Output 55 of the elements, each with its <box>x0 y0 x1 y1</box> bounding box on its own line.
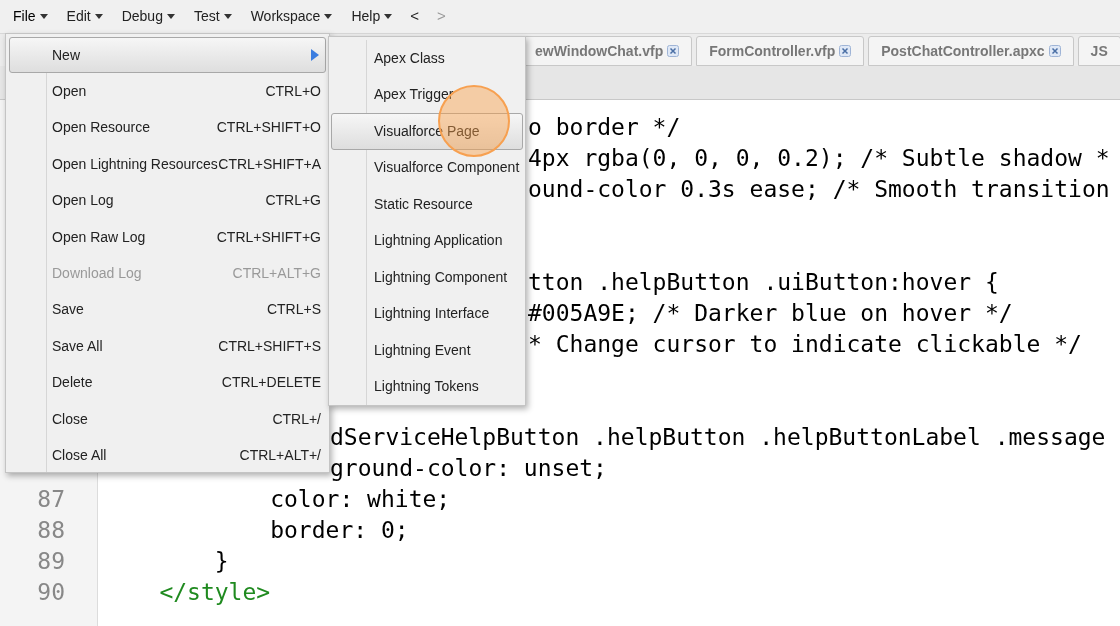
line-number: 89 <box>37 548 65 574</box>
code-line: tton .helpButton .uiButton:hover { <box>528 269 999 295</box>
menu-item[interactable]: Lightning Application <box>331 222 523 259</box>
caret-icon <box>384 14 393 19</box>
menu-button[interactable]: Workspace <box>249 4 334 29</box>
code-line: 4px rgba(0, 0, 0, 0.2); /* Subtle shadow * <box>528 145 1110 171</box>
menu-item[interactable]: Open Log CTRL+G <box>9 182 326 219</box>
code-line: dServiceHelpButton .helpButton .helpButtonLabel .message <box>330 424 1106 450</box>
menu-item[interactable]: Save CTRL+S <box>9 291 326 329</box>
menu-item[interactable]: Visualforce Component <box>331 149 523 186</box>
menu-button[interactable]: File <box>12 4 49 29</box>
menu-button[interactable]: Help <box>350 4 394 29</box>
menu-button[interactable]: Debug <box>120 4 176 29</box>
back-button[interactable]: < <box>410 5 419 28</box>
caret-icon <box>166 14 175 19</box>
menu-item[interactable]: Close All CTRL+ALT+/ <box>9 437 326 474</box>
file-tab[interactable]: PostChatController.apxc <box>868 36 1074 66</box>
line-number: 90 <box>37 579 65 605</box>
code-line: #005A9E; /* Darker blue on hover */ <box>528 300 1013 326</box>
menu-item[interactable]: Open CTRL+O <box>9 73 326 110</box>
close-icon[interactable] <box>1048 45 1061 57</box>
caret-icon <box>39 14 48 19</box>
menu-button[interactable]: Test <box>192 4 233 29</box>
code-line: </style> <box>158 579 271 605</box>
file-tab[interactable]: JS <box>1077 36 1120 66</box>
menu-item[interactable]: Apex Trigger <box>331 76 523 113</box>
menu-item[interactable]: Delete CTRL+DELETE <box>9 364 326 401</box>
code-line: o border */ <box>528 114 681 140</box>
line-number: 87 <box>37 486 65 512</box>
close-icon[interactable] <box>839 45 852 57</box>
caret-icon <box>324 14 333 19</box>
menu-item[interactable]: Open Raw Log CTRL+SHIFT+G <box>9 218 326 256</box>
menu-item[interactable]: Save All CTRL+SHIFT+S <box>9 328 326 365</box>
code-line: ound-color 0.3s ease; /* Smooth transition <box>528 176 1110 202</box>
close-icon[interactable] <box>667 45 680 57</box>
menu-button[interactable]: Edit <box>65 4 104 29</box>
menu-item[interactable]: Open Lightning ResourcesCTRL+SHIFT+A <box>9 146 326 183</box>
code-line: } <box>213 548 229 574</box>
menu-item[interactable]: Lightning Component <box>331 259 523 296</box>
menu-item[interactable]: Lightning Tokens <box>331 368 523 405</box>
menu-item[interactable]: Open Resource CTRL+SHIFT+O <box>9 109 326 147</box>
code-line: * Change cursor to indicate clickable */ <box>528 331 1082 357</box>
caret-icon <box>94 14 103 19</box>
code-line: ground-color: unset; <box>330 455 607 481</box>
menu-item[interactable]: Close CTRL+/ <box>9 400 326 438</box>
caret-icon <box>223 14 232 19</box>
line-number: 88 <box>37 517 65 543</box>
menu-item[interactable]: Lightning Event <box>331 332 523 369</box>
menu-item[interactable]: Lightning Interface <box>331 295 523 332</box>
menu-item[interactable]: Static Resource <box>331 186 523 223</box>
menu-item[interactable]: Apex Class <box>331 40 523 77</box>
code-line: color: white; <box>269 486 451 512</box>
code-line: border: 0; <box>269 517 409 543</box>
file-tab[interactable]: FormController.vfp <box>696 36 865 66</box>
menu-item[interactable]: New <box>9 37 326 74</box>
